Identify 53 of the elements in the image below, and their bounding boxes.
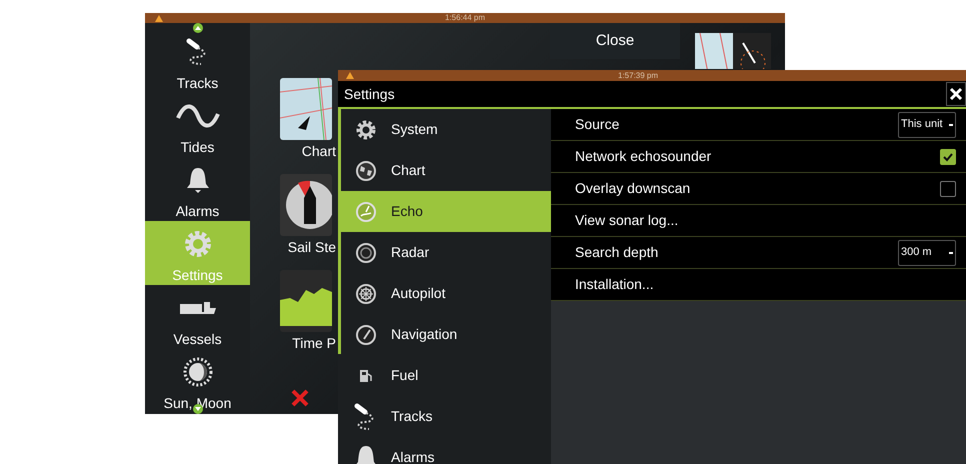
caret-icon (949, 252, 953, 254)
category-item[interactable]: Fuel (341, 355, 551, 396)
sun-moon-icon (182, 357, 212, 387)
fuel-pump-icon (358, 368, 374, 384)
category-item[interactable]: System (341, 109, 551, 150)
sidebar-item[interactable]: Alarms (145, 157, 250, 221)
caret-icon (949, 124, 953, 126)
close-icon (949, 87, 963, 101)
globe-icon (355, 160, 377, 182)
wheel-icon (355, 282, 377, 304)
option-label: Overlay downscan (575, 179, 690, 198)
menu-link[interactable]: View sonar log... (575, 210, 678, 231)
dropdown[interactable]: 300 m (898, 240, 956, 266)
category-item[interactable]: Autopilot (341, 273, 551, 314)
sidebar-item[interactable]: Tides (145, 93, 250, 157)
status-time: 1:56:44 pm (445, 13, 486, 23)
sidebar-item[interactable]: Tracks (145, 29, 250, 93)
option-label: Search depth (575, 243, 658, 262)
bell-icon (184, 166, 210, 194)
compass-icon (355, 324, 377, 346)
category-item[interactable]: Echo (341, 191, 551, 232)
tile-label: Chart (302, 142, 336, 161)
radar-icon (355, 242, 377, 264)
checkbox[interactable] (940, 180, 956, 196)
category-item[interactable]: Navigation (341, 314, 551, 355)
category-item[interactable]: Tracks (341, 396, 551, 437)
checkbox[interactable] (940, 148, 956, 164)
status-time: 1:57:39 pm (618, 70, 658, 81)
sidebar-item[interactable]: Sun, Moon (145, 349, 250, 413)
sidebar-item[interactable]: Vessels (145, 285, 250, 349)
category-item[interactable]: Radar (341, 232, 551, 273)
option-label: Source (575, 115, 620, 134)
gauge-icon[interactable] (280, 174, 332, 236)
time-plot-icon[interactable] (280, 270, 332, 332)
dropdown[interactable]: This unit (898, 112, 956, 138)
warning-icon (346, 72, 354, 79)
checkmark-icon (942, 150, 954, 162)
option-label: Network echosounder (575, 147, 712, 166)
window-title: Settings (344, 84, 395, 104)
scroll-up-icon[interactable] (192, 23, 204, 33)
gear-icon (182, 229, 212, 259)
gear-icon (355, 118, 377, 140)
sonar-icon (355, 200, 377, 222)
category-item[interactable]: Alarms (341, 437, 551, 464)
tile-label: Sail Ste (288, 238, 336, 257)
close-button[interactable] (946, 82, 966, 106)
page-thumbnail-icon[interactable] (695, 33, 771, 69)
menu-link[interactable]: Installation... (575, 274, 654, 295)
close-icon[interactable] (290, 388, 310, 408)
wave-icon (176, 104, 220, 128)
tile-label: Time P (292, 334, 336, 353)
category-item[interactable]: Chart (341, 150, 551, 191)
chart-map-icon[interactable] (280, 78, 332, 140)
